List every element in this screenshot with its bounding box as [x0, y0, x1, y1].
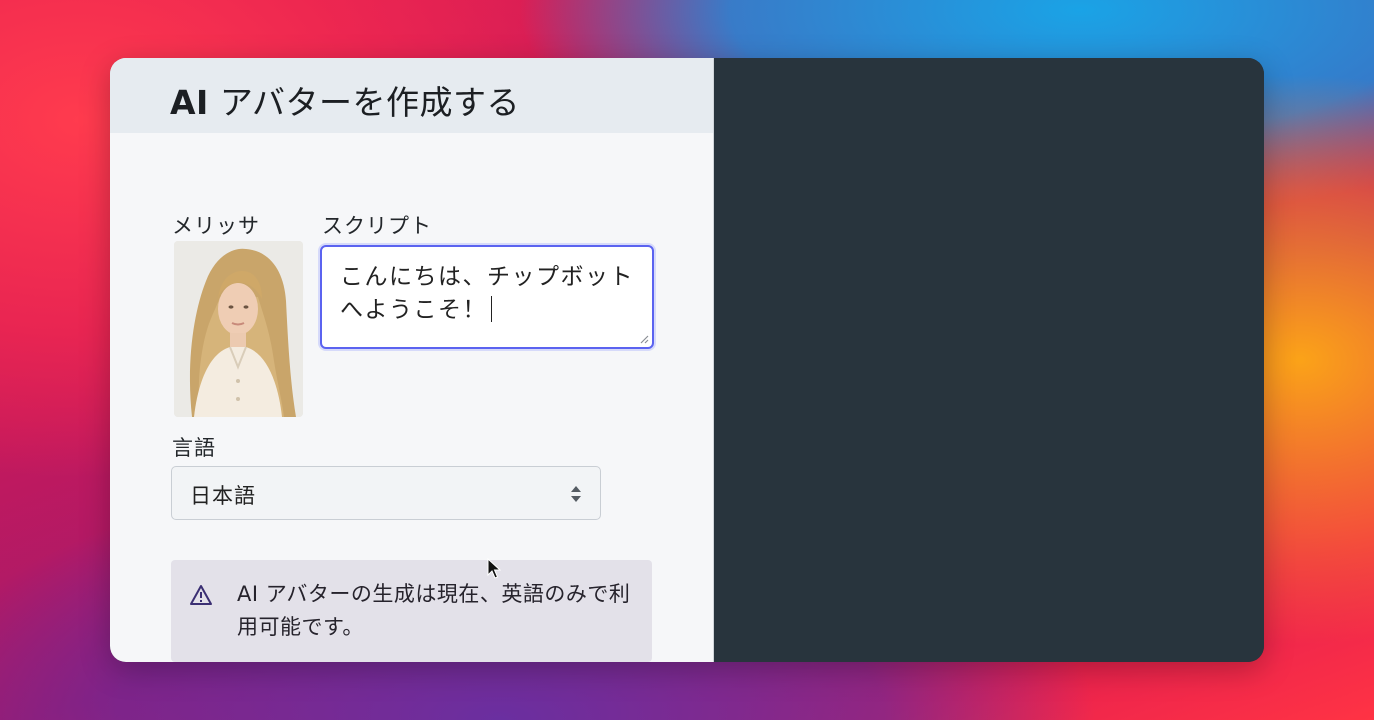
- mouse-pointer-icon: [487, 558, 501, 579]
- preview-panel: [714, 58, 1264, 662]
- avatar-portrait-image: [174, 241, 303, 417]
- panel-header: AI アバターを作成する: [110, 58, 713, 133]
- avatar-photo[interactable]: [174, 241, 303, 417]
- text-caret: [491, 296, 492, 322]
- avatar-name-label: メリッサ: [172, 214, 260, 238]
- script-text: こんにちは、チップボットへようこそ！: [340, 264, 634, 323]
- app-window: AI アバターを作成する メリッサ スクリプト こんにちは、チップボットへようこ…: [110, 58, 1264, 662]
- script-label: スクリプト: [322, 214, 432, 238]
- resize-handle-icon[interactable]: [639, 334, 649, 344]
- title-prefix: AI: [170, 83, 209, 122]
- select-arrows-icon: [571, 486, 581, 502]
- script-textarea[interactable]: こんにちは、チップボットへようこそ！: [320, 245, 654, 349]
- notice-text: AI アバターの生成は現在、英語のみで利用可能です。: [237, 582, 631, 639]
- warning-icon: [190, 585, 212, 605]
- title-rest: アバターを作成する: [208, 83, 520, 122]
- page-title: AI アバターを作成する: [170, 76, 520, 124]
- availability-notice: AI アバターの生成は現在、英語のみで利用可能です。: [171, 560, 652, 662]
- language-selected-value: 日本語: [190, 484, 256, 508]
- create-avatar-panel: AI アバターを作成する メリッサ スクリプト こんにちは、チップボットへようこ…: [110, 58, 714, 662]
- language-select[interactable]: 日本語: [171, 466, 601, 520]
- language-label: 言語: [172, 436, 216, 460]
